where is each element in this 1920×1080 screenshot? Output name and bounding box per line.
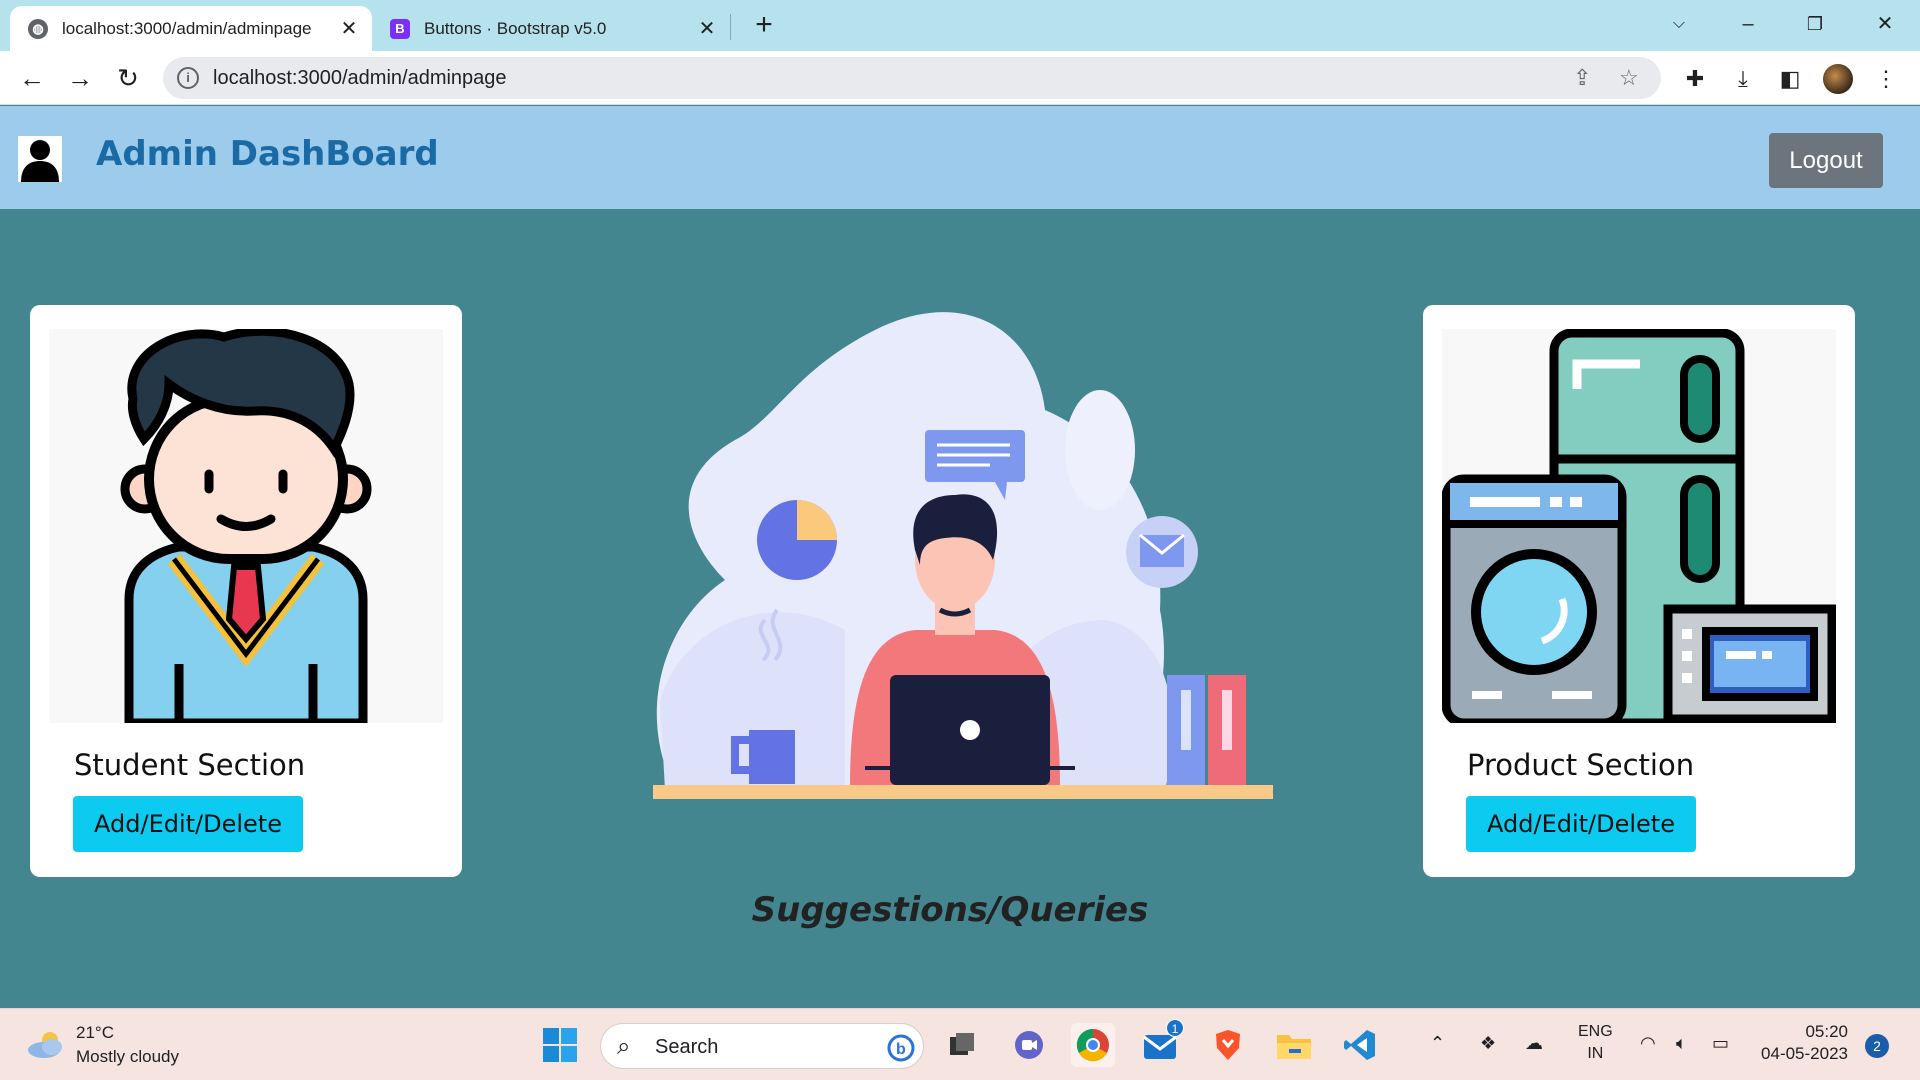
wifi-icon[interactable]: ◠ <box>1640 1033 1656 1054</box>
logout-button[interactable]: Logout <box>1769 133 1883 188</box>
close-window-icon[interactable]: ✕ <box>1860 6 1910 42</box>
teams-chat-icon[interactable] <box>1007 1023 1051 1067</box>
product-add-edit-delete-button[interactable]: Add/Edit/Delete <box>1466 796 1696 852</box>
profile-avatar[interactable] <box>1823 64 1853 94</box>
tab-title: Buttons · Bootstrap v5.0 <box>424 18 607 38</box>
task-view-icon[interactable] <box>940 1023 984 1067</box>
site-info-icon[interactable]: i <box>177 67 199 89</box>
forward-icon[interactable]: → <box>62 60 98 96</box>
user-icon <box>18 136 62 182</box>
vscode-icon[interactable] <box>1338 1023 1382 1067</box>
bootstrap-icon: B <box>390 18 410 39</box>
card-title: Product Section <box>1467 748 1695 782</box>
globe-icon: ◍ <box>28 18 48 39</box>
notification-badge[interactable]: 2 <box>1865 1034 1889 1058</box>
student-image <box>49 326 443 728</box>
url-text[interactable]: localhost:3000/admin/adminpage <box>213 67 507 90</box>
mail-icon[interactable]: 1 <box>1139 1019 1184 1067</box>
language-indicator[interactable]: ENG IN <box>1578 1021 1613 1065</box>
close-tab-icon[interactable]: ✕ <box>338 16 360 41</box>
new-tab-button[interactable]: + <box>748 8 780 42</box>
close-tab-icon[interactable]: ✕ <box>696 16 718 41</box>
tab-title: localhost:3000/admin/adminpage <box>62 18 312 38</box>
weather-temperature[interactable]: 21°C <box>76 1023 114 1043</box>
menu-kebab-icon[interactable]: ⋮ <box>1872 65 1900 93</box>
svg-text:b: b <box>896 1041 906 1058</box>
battery-icon[interactable]: ▭ <box>1712 1033 1729 1054</box>
browser-toolbar: ← → ↻ i localhost:3000/admin/adminpage ⇪… <box>0 51 1920 105</box>
onedrive-cloud-icon[interactable]: ☁ <box>1525 1033 1543 1054</box>
chrome-icon[interactable] <box>1071 1023 1115 1067</box>
volume-icon[interactable]: 🔈︎ <box>1676 1033 1687 1054</box>
tab-bootstrap-buttons[interactable]: B Buttons · Bootstrap v5.0 ✕ <box>372 6 730 51</box>
card-title: Student Section <box>74 748 306 782</box>
dashboard-illustration <box>653 312 1273 799</box>
student-section-card: Student Section Add/Edit/Delete <box>30 305 462 877</box>
show-hidden-icons-chevron[interactable]: ⌃ <box>1430 1033 1445 1054</box>
admin-header: Admin DashBoard Logout <box>0 106 1920 209</box>
suggestions-heading: Suggestions/Queries <box>751 890 1149 930</box>
clock-time: 05:20 <box>1805 1022 1848 1041</box>
tab-separator <box>730 14 731 40</box>
search-placeholder: Search <box>655 1036 719 1058</box>
language-code: ENG <box>1578 1023 1613 1040</box>
reload-icon[interactable]: ↻ <box>110 60 146 96</box>
tab-adminpage[interactable]: ◍ localhost:3000/admin/adminpage ✕ <box>10 6 372 51</box>
side-panel-icon[interactable]: ◧ <box>1776 65 1804 93</box>
back-icon[interactable]: ← <box>14 60 50 96</box>
browser-tab-strip: ◍ localhost:3000/admin/adminpage ✕ B But… <box>0 0 1920 51</box>
address-bar[interactable]: i localhost:3000/admin/adminpage ⇪ ☆ <box>163 57 1661 99</box>
product-image <box>1441 328 1837 728</box>
student-add-edit-delete-button[interactable]: Add/Edit/Delete <box>73 796 303 852</box>
clock-date: 04-05-2023 <box>1761 1044 1848 1063</box>
download-icon[interactable]: ⤓ <box>1729 65 1757 93</box>
region-code: IN <box>1587 1045 1604 1062</box>
windows-taskbar: 21°C Mostly cloudy ⌕ Search b 1 ⌃ ❖ ☁ EN… <box>0 1008 1920 1080</box>
search-icon: ⌕ <box>617 1033 631 1060</box>
windows-start-icon[interactable] <box>538 1023 582 1067</box>
taskbar-clock[interactable]: 05:20 04-05-2023 <box>1758 1021 1848 1065</box>
file-explorer-icon[interactable] <box>1272 1023 1316 1067</box>
restore-icon[interactable]: ❐ <box>1790 6 1840 42</box>
mail-badge: 1 <box>1166 1019 1184 1037</box>
page-title: Admin DashBoard <box>96 134 439 174</box>
product-section-card: Product Section Add/Edit/Delete <box>1423 305 1855 877</box>
share-icon[interactable]: ⇪ <box>1573 65 1591 91</box>
taskbar-search[interactable]: ⌕ Search b <box>600 1023 924 1069</box>
brave-icon[interactable] <box>1206 1023 1250 1067</box>
extensions-icon[interactable]: ✚ <box>1681 65 1709 93</box>
dropbox-icon[interactable]: ❖ <box>1480 1033 1496 1054</box>
cloudy-weather-icon[interactable] <box>26 1031 66 1059</box>
minimize-icon[interactable]: – <box>1723 6 1773 42</box>
weather-description[interactable]: Mostly cloudy <box>76 1047 179 1067</box>
tab-search-chevron-icon[interactable]: ⌵ <box>1654 6 1704 42</box>
bookmark-star-icon[interactable]: ☆ <box>1619 65 1639 91</box>
bing-icon[interactable]: b <box>887 1034 915 1062</box>
